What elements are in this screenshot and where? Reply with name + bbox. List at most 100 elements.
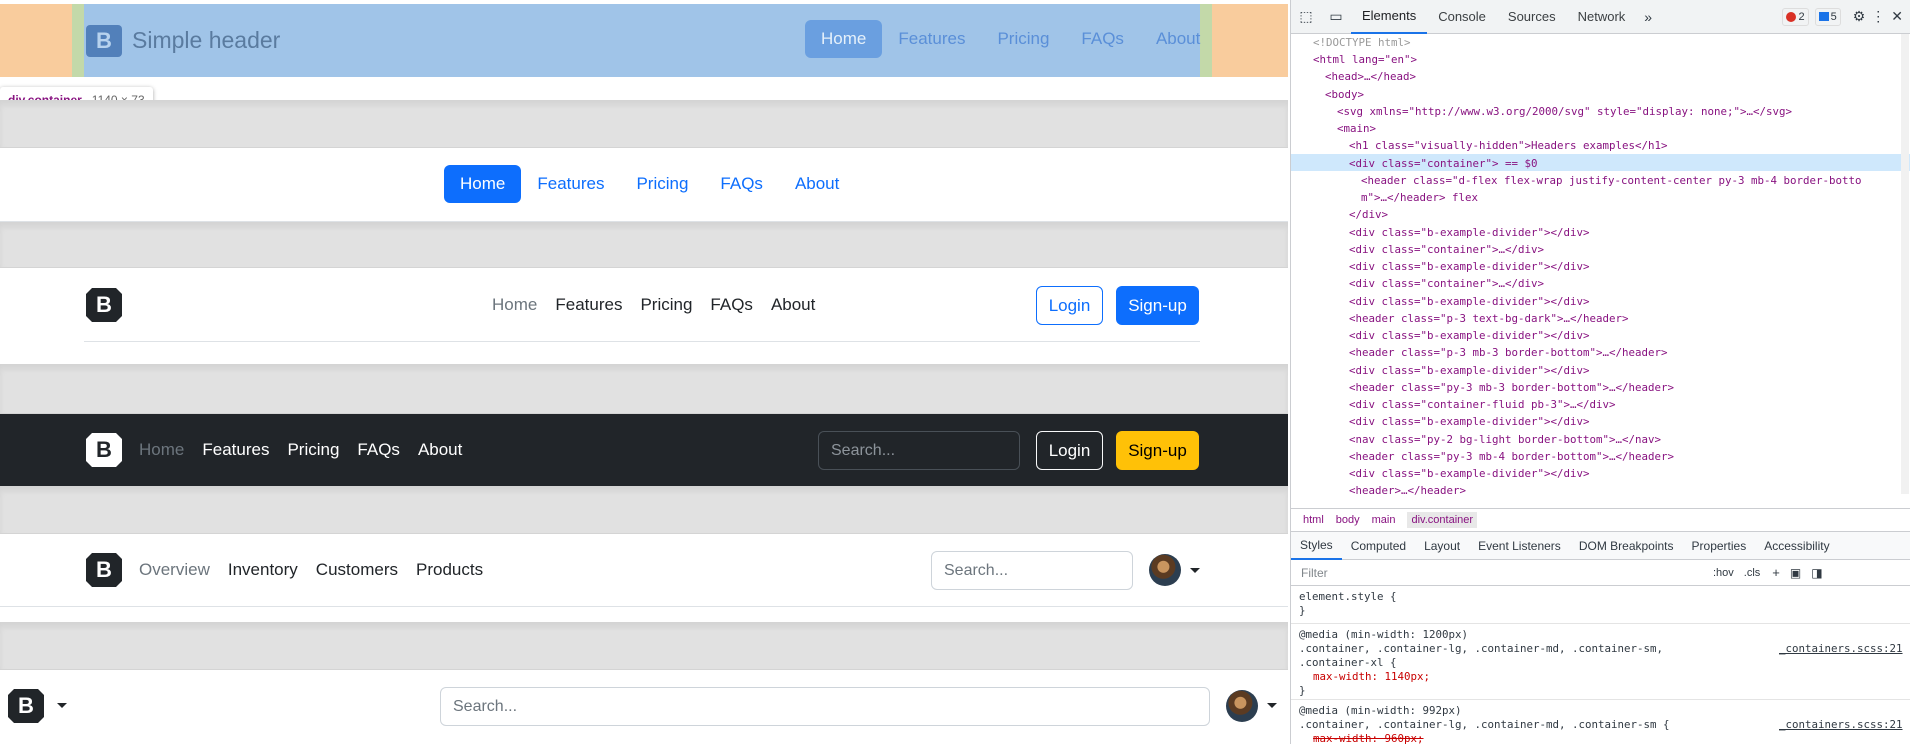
tab-console[interactable]: Console xyxy=(1427,0,1497,34)
dom-line[interactable]: <body> xyxy=(1325,86,1364,103)
bootstrap-logo-icon[interactable]: B xyxy=(84,430,124,470)
nav-features[interactable]: Features xyxy=(882,20,981,58)
tab-accessibility[interactable]: Accessibility xyxy=(1755,532,1838,560)
chevron-down-icon[interactable] xyxy=(1190,568,1200,573)
brand-text[interactable]: Simple header xyxy=(132,27,280,54)
nav-faqs[interactable]: FAQs xyxy=(1065,20,1140,58)
dom-line[interactable]: <head>…</head> xyxy=(1325,68,1416,85)
signup-button[interactable]: Sign-up xyxy=(1116,431,1199,470)
dom-line[interactable]: <main> xyxy=(1337,120,1376,137)
bootstrap-logo-icon[interactable]: B xyxy=(84,21,124,61)
dom-line[interactable]: <div class="b-example-divider"></div> xyxy=(1349,224,1590,241)
dom-line[interactable]: <div class="b-example-divider"></div> xyxy=(1349,293,1590,310)
breadcrumb-body[interactable]: body xyxy=(1336,514,1360,526)
nav-features[interactable]: Features xyxy=(521,165,620,203)
nav-about[interactable]: About xyxy=(1140,20,1216,58)
dom-line[interactable]: <div class="b-example-divider"></div> xyxy=(1349,362,1590,379)
nav-products[interactable]: Products xyxy=(407,552,492,588)
filter-input[interactable]: Filter xyxy=(1301,566,1711,580)
dom-line[interactable]: <!DOCTYPE html> xyxy=(1313,34,1411,51)
dom-line[interactable]: <div class="b-example-divider"></div> xyxy=(1349,413,1590,430)
source-link[interactable]: _containers.scss:21 xyxy=(1779,716,1903,733)
gear-icon[interactable]: ⚙ xyxy=(1853,8,1866,25)
tab-network[interactable]: Network xyxy=(1567,0,1637,34)
signup-button[interactable]: Sign-up xyxy=(1116,286,1199,325)
dom-line[interactable]: <h1 class="visually-hidden">Headers exam… xyxy=(1349,137,1668,154)
nav-features[interactable]: Features xyxy=(193,432,278,468)
nav-pricing[interactable]: Pricing xyxy=(981,20,1065,58)
rule-line[interactable]: max-width: 960px; xyxy=(1313,730,1424,744)
nav-pricing[interactable]: Pricing xyxy=(631,287,701,323)
nav-about[interactable]: About xyxy=(762,287,824,323)
nav-faqs[interactable]: FAQs xyxy=(704,165,779,203)
hov-toggle[interactable]: :hov xyxy=(1713,567,1734,579)
dom-line[interactable]: <header class="py-3 mb-3 border-bottom">… xyxy=(1349,379,1674,396)
tab-sources[interactable]: Sources xyxy=(1497,0,1567,34)
nav-about[interactable]: About xyxy=(409,432,471,468)
dom-line[interactable]: <div class="b-example-divider"></div> xyxy=(1349,258,1590,275)
scrollbar[interactable] xyxy=(1901,34,1909,494)
nav-overview[interactable]: Overview xyxy=(130,552,219,588)
dom-line[interactable]: <header>…</header> xyxy=(1349,482,1466,499)
dom-line[interactable]: <div class="container-fluid pb-3">…</div… xyxy=(1349,396,1616,413)
close-icon[interactable]: ✕ xyxy=(1891,8,1903,25)
search-input[interactable]: Search... xyxy=(818,431,1020,470)
nav-customers[interactable]: Customers xyxy=(307,552,407,588)
nav-pricing[interactable]: Pricing xyxy=(620,165,704,203)
rule-line[interactable]: element.style { xyxy=(1299,588,1397,605)
sidebar-toggle-icon[interactable]: ◨ xyxy=(1811,566,1822,580)
nav-faqs[interactable]: FAQs xyxy=(701,287,762,323)
nav-home[interactable]: Home xyxy=(130,432,193,468)
login-button[interactable]: Login xyxy=(1036,286,1103,325)
search-input[interactable]: Search... xyxy=(440,687,1210,726)
dom-line[interactable]: <div class="b-example-divider"></div> xyxy=(1349,327,1590,344)
breadcrumb-div-container[interactable]: div.container xyxy=(1407,512,1478,528)
nav-pricing[interactable]: Pricing xyxy=(278,432,348,468)
tab-properties[interactable]: Properties xyxy=(1683,532,1756,560)
tab-dom-breakpoints[interactable]: DOM Breakpoints xyxy=(1570,532,1683,560)
paint-icon[interactable]: ▣ xyxy=(1790,566,1801,580)
search-input[interactable]: Search... xyxy=(931,551,1133,590)
dom-line[interactable]: <header class="p-3 mb-3 border-bottom">…… xyxy=(1349,344,1668,361)
chevron-down-icon[interactable] xyxy=(1267,703,1277,708)
tab-elements[interactable]: Elements xyxy=(1351,0,1428,34)
nav-home[interactable]: Home xyxy=(483,287,546,323)
dom-line[interactable]: <div class="container">…</div> xyxy=(1349,241,1544,258)
bootstrap-logo-icon[interactable]: B xyxy=(84,550,124,590)
add-rule-icon[interactable]: + xyxy=(1772,565,1780,580)
dom-line[interactable]: <header class="p-3 text-bg-dark">…</head… xyxy=(1349,310,1629,327)
message-badge[interactable]: 5 xyxy=(1814,7,1841,26)
dom-line[interactable]: <div class="b-example-divider"></div> xyxy=(1349,465,1590,482)
breadcrumb-main[interactable]: main xyxy=(1372,514,1396,526)
nav-about[interactable]: About xyxy=(779,165,855,203)
dom-line[interactable]: <nav class="py-2 bg-light border-bottom"… xyxy=(1349,431,1661,448)
tab-layout[interactable]: Layout xyxy=(1415,532,1469,560)
dom-line-selected[interactable]: <div class="container"> == $0 xyxy=(1349,155,1538,172)
dom-line[interactable]: <html lang="en"> xyxy=(1313,51,1417,68)
rule-line[interactable]: max-width: 1140px; xyxy=(1313,668,1430,685)
dom-line[interactable]: m">…</header> flex xyxy=(1361,189,1478,206)
inspect-element-icon[interactable]: ⬚ xyxy=(1291,0,1321,34)
tab-styles[interactable]: Styles xyxy=(1291,532,1342,560)
bootstrap-logo-icon[interactable]: B xyxy=(6,686,46,726)
dom-line[interactable]: <div class="container">…</div> xyxy=(1349,275,1544,292)
nav-faqs[interactable]: FAQs xyxy=(348,432,409,468)
source-link[interactable]: _containers.scss:21 xyxy=(1779,640,1903,657)
login-button[interactable]: Login xyxy=(1036,431,1103,470)
tab-computed[interactable]: Computed xyxy=(1342,532,1415,560)
nav-home[interactable]: Home xyxy=(444,165,522,203)
bootstrap-logo-icon[interactable]: B xyxy=(84,285,124,325)
more-options-icon[interactable]: ⋮ xyxy=(1871,8,1885,25)
cls-toggle[interactable]: .cls xyxy=(1744,567,1761,579)
error-badge[interactable]: 2 xyxy=(1782,7,1809,26)
nav-inventory[interactable]: Inventory xyxy=(219,552,307,588)
dom-line[interactable]: <svg xmlns="http://www.w3.org/2000/svg" … xyxy=(1337,103,1792,120)
nav-features[interactable]: Features xyxy=(546,287,631,323)
more-tabs-icon[interactable]: » xyxy=(1636,9,1660,25)
device-toolbar-icon[interactable]: ▭ xyxy=(1321,0,1351,34)
dom-line[interactable]: <header class="py-3 mb-4 border-bottom">… xyxy=(1349,448,1674,465)
chevron-down-icon[interactable] xyxy=(57,703,67,708)
dom-line[interactable]: </div> xyxy=(1349,206,1388,223)
user-avatar[interactable] xyxy=(1226,690,1258,722)
nav-home[interactable]: Home xyxy=(805,20,883,58)
